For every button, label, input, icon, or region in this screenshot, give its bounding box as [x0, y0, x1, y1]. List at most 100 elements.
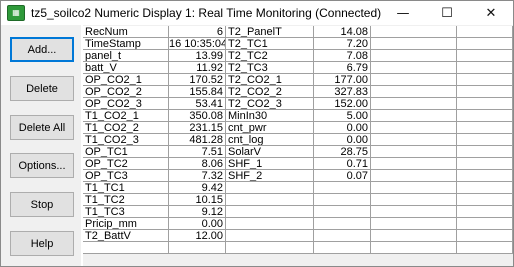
- empty-cell[interactable]: [371, 170, 457, 182]
- empty-cell[interactable]: [226, 242, 314, 254]
- empty-cell[interactable]: [457, 230, 513, 242]
- field-value-cell[interactable]: 152.00: [314, 98, 371, 110]
- empty-cell[interactable]: [457, 146, 513, 158]
- field-name-cell[interactable]: panel_t: [83, 50, 169, 62]
- field-name-cell[interactable]: T1_CO2_3: [83, 134, 169, 146]
- empty-cell[interactable]: [83, 242, 169, 254]
- field-name-cell[interactable]: T2_TC3: [226, 62, 314, 74]
- empty-cell[interactable]: [371, 98, 457, 110]
- field-value-cell[interactable]: 14.08: [314, 26, 371, 38]
- add-button[interactable]: Add...: [10, 37, 74, 62]
- field-name-cell[interactable]: T1_TC1: [83, 182, 169, 194]
- field-value-cell[interactable]: 5.00: [314, 110, 371, 122]
- field-name-cell[interactable]: MinIn30: [226, 110, 314, 122]
- empty-cell[interactable]: [314, 230, 371, 242]
- field-name-cell[interactable]: OP_TC1: [83, 146, 169, 158]
- empty-cell[interactable]: [457, 110, 513, 122]
- empty-cell[interactable]: [371, 194, 457, 206]
- field-value-cell[interactable]: 7.08: [314, 50, 371, 62]
- empty-cell[interactable]: [371, 218, 457, 230]
- field-name-cell[interactable]: cnt_log: [226, 134, 314, 146]
- empty-cell[interactable]: [371, 134, 457, 146]
- field-value-cell[interactable]: 7.51: [169, 146, 226, 158]
- field-value-cell[interactable]: 7.20: [314, 38, 371, 50]
- empty-cell[interactable]: [457, 86, 513, 98]
- field-value-cell[interactable]: 0.71: [314, 158, 371, 170]
- field-value-cell[interactable]: 350.08: [169, 110, 226, 122]
- empty-cell[interactable]: [371, 158, 457, 170]
- empty-cell[interactable]: [457, 50, 513, 62]
- field-value-cell[interactable]: 28.75: [314, 146, 371, 158]
- field-value-cell[interactable]: 53.41: [169, 98, 226, 110]
- field-name-cell[interactable]: T2_CO2_3: [226, 98, 314, 110]
- empty-cell[interactable]: [371, 182, 457, 194]
- empty-cell[interactable]: [371, 242, 457, 254]
- empty-cell[interactable]: [226, 218, 314, 230]
- field-name-cell[interactable]: T1_CO2_1: [83, 110, 169, 122]
- empty-cell[interactable]: [457, 170, 513, 182]
- empty-cell[interactable]: [457, 218, 513, 230]
- field-value-cell[interactable]: 10.15: [169, 194, 226, 206]
- empty-cell[interactable]: [457, 134, 513, 146]
- empty-cell[interactable]: [314, 194, 371, 206]
- field-value-cell[interactable]: 231.15: [169, 122, 226, 134]
- empty-cell[interactable]: [371, 230, 457, 242]
- field-value-cell[interactable]: 0.00: [314, 134, 371, 146]
- field-value-cell[interactable]: 170.52: [169, 74, 226, 86]
- field-name-cell[interactable]: OP_TC2: [83, 158, 169, 170]
- field-name-cell[interactable]: T2_TC2: [226, 50, 314, 62]
- empty-cell[interactable]: [314, 218, 371, 230]
- empty-cell[interactable]: [457, 122, 513, 134]
- empty-cell[interactable]: [371, 146, 457, 158]
- field-name-cell[interactable]: T2_TC1: [226, 38, 314, 50]
- empty-cell[interactable]: [457, 182, 513, 194]
- empty-cell[interactable]: [371, 206, 457, 218]
- empty-cell[interactable]: [457, 26, 513, 38]
- field-value-cell[interactable]: 481.28: [169, 134, 226, 146]
- empty-cell[interactable]: [457, 98, 513, 110]
- field-value-cell[interactable]: 6: [169, 26, 226, 38]
- empty-cell[interactable]: [457, 62, 513, 74]
- field-name-cell[interactable]: cnt_pwr: [226, 122, 314, 134]
- field-name-cell[interactable]: T2_PanelT: [226, 26, 314, 38]
- stop-button[interactable]: Stop: [10, 192, 74, 217]
- minimize-icon[interactable]: —: [381, 1, 425, 25]
- empty-cell[interactable]: [226, 194, 314, 206]
- field-name-cell[interactable]: T1_CO2_2: [83, 122, 169, 134]
- empty-cell[interactable]: [226, 182, 314, 194]
- empty-cell[interactable]: [169, 242, 226, 254]
- field-name-cell[interactable]: T2_CO2_2: [226, 86, 314, 98]
- field-name-cell[interactable]: Pricip_mm: [83, 218, 169, 230]
- empty-cell[interactable]: [457, 38, 513, 50]
- options-button[interactable]: Options...: [10, 153, 74, 178]
- field-name-cell[interactable]: T1_TC2: [83, 194, 169, 206]
- field-name-cell[interactable]: T1_TC3: [83, 206, 169, 218]
- title-bar[interactable]: ▦ tz5_soilco2 Numeric Display 1: Real Ti…: [1, 1, 513, 25]
- empty-cell[interactable]: [371, 74, 457, 86]
- field-value-cell[interactable]: 0.07: [314, 170, 371, 182]
- help-button[interactable]: Help: [10, 231, 74, 256]
- field-value-cell[interactable]: 0.00: [169, 218, 226, 230]
- field-name-cell[interactable]: T2_BattV: [83, 230, 169, 242]
- field-value-cell[interactable]: 7.32: [169, 170, 226, 182]
- field-name-cell[interactable]: SolarV: [226, 146, 314, 158]
- empty-cell[interactable]: [371, 62, 457, 74]
- field-name-cell[interactable]: OP_CO2_3: [83, 98, 169, 110]
- field-name-cell[interactable]: batt_V: [83, 62, 169, 74]
- empty-cell[interactable]: [371, 86, 457, 98]
- field-value-cell[interactable]: 13.99: [169, 50, 226, 62]
- field-value-cell[interactable]: 8.06: [169, 158, 226, 170]
- field-value-cell[interactable]: 9.12: [169, 206, 226, 218]
- field-name-cell[interactable]: SHF_2: [226, 170, 314, 182]
- field-value-cell[interactable]: 12.00: [169, 230, 226, 242]
- delete-button[interactable]: Delete: [10, 76, 74, 101]
- empty-cell[interactable]: [371, 110, 457, 122]
- empty-cell[interactable]: [371, 38, 457, 50]
- empty-cell[interactable]: [314, 242, 371, 254]
- empty-cell[interactable]: [457, 194, 513, 206]
- field-name-cell[interactable]: SHF_1: [226, 158, 314, 170]
- field-name-cell[interactable]: OP_CO2_1: [83, 74, 169, 86]
- empty-cell[interactable]: [226, 230, 314, 242]
- empty-cell[interactable]: [371, 50, 457, 62]
- delete-all-button[interactable]: Delete All: [10, 115, 74, 140]
